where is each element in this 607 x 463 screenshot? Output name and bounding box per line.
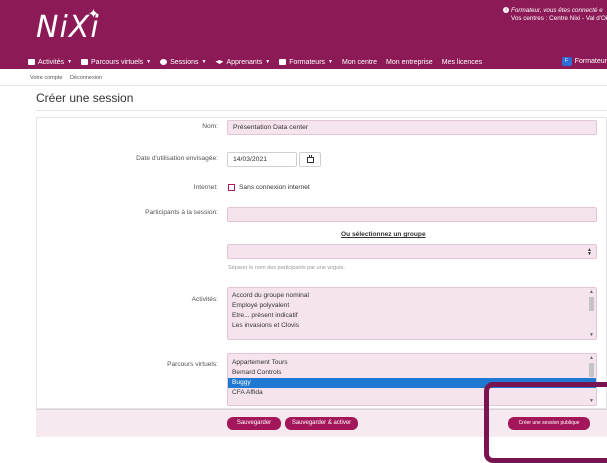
nav-label: Mon centre xyxy=(341,58,378,66)
nav-label: Activités xyxy=(38,58,65,66)
nav-label: Mes licences xyxy=(441,58,483,66)
nav-sessions[interactable]: Sessions ▼ xyxy=(160,59,206,66)
save-activate-button[interactable]: Sauvegarder & activer xyxy=(285,417,358,430)
highlight-frame xyxy=(484,382,607,463)
notice-connected-text: Formateur, vous êtes connecté e xyxy=(511,7,603,14)
main-nav: Activités ▼ Parcours virtuels ▼ Sessions ▼ … xyxy=(0,55,607,69)
list-item[interactable]: Appartement Tours xyxy=(228,358,596,368)
sans-connexion-label: Sans connexion internet xyxy=(239,184,310,191)
user-role-label: Formateur xyxy=(574,58,607,65)
calendar-icon xyxy=(307,155,314,163)
info-icon: i xyxy=(503,7,509,14)
caret-down-icon: ▼ xyxy=(265,59,271,65)
activites-listbox[interactable]: Accord du groupe nominal Employé polyval… xyxy=(227,287,597,340)
list-item[interactable]: Accord du groupe nominal xyxy=(228,291,596,301)
logo-spark-icon: ✦ xyxy=(88,6,99,21)
internet-label: Internet: xyxy=(193,184,218,191)
activites-label: Activités: xyxy=(191,296,218,303)
notice-centres-text: Vos centres : Centre Nixi - Val d'Ois xyxy=(511,15,607,22)
participants-help: Séparer le nom des participants par une … xyxy=(228,265,346,271)
participants-label: Participants à la session: xyxy=(145,209,218,216)
nav-label: Apprenants xyxy=(226,58,263,66)
nav-activites[interactable]: Activités ▼ xyxy=(28,59,72,66)
select-arrows-icon: ▲ ▼ xyxy=(587,247,592,257)
page-title: Créer une session xyxy=(36,91,134,105)
nav-label: Mon entreprise xyxy=(386,58,433,66)
save-button[interactable]: Sauvegarder xyxy=(227,417,281,430)
scroll-thumb[interactable] xyxy=(589,363,594,377)
nav-mon-entreprise[interactable]: Mon entreprise xyxy=(386,59,433,66)
select-group-link[interactable]: Ou sélectionnez un groupe xyxy=(341,231,426,238)
list-item[interactable]: Etre... présent indicatif xyxy=(228,311,596,321)
list-item[interactable]: Bemard Controls xyxy=(228,368,596,378)
activity-icon xyxy=(28,59,35,65)
list-item[interactable]: Les invasions et Clovis xyxy=(228,321,596,331)
user-notice: i Formateur, vous êtes connecté e Vos cen… xyxy=(503,7,607,23)
caret-down-icon: ▼ xyxy=(146,59,152,65)
nav-label: Formateurs xyxy=(289,58,326,66)
participants-input[interactable] xyxy=(227,207,597,222)
nav-label: Parcours virtuels xyxy=(91,58,144,66)
nav-mes-licences[interactable]: Mes licences xyxy=(442,59,482,66)
account-bar: Votre compte Déconnexion xyxy=(0,75,607,86)
presentation-icon xyxy=(279,59,287,65)
parcours-label: Parcours virtuels: xyxy=(167,361,218,368)
nav-parcours-virtuels[interactable]: Parcours virtuels ▼ xyxy=(81,59,151,66)
scroll-up-icon[interactable]: ▲ xyxy=(589,289,594,295)
votre-compte-link[interactable]: Votre compte xyxy=(30,75,62,81)
nav-label: Sessions xyxy=(170,58,199,66)
nom-input[interactable]: Présentation Data center xyxy=(227,120,597,135)
nav-apprenants[interactable]: Apprenants ▼ xyxy=(215,59,270,66)
user-badge: F xyxy=(561,57,572,66)
caret-down-icon: ▼ xyxy=(67,59,73,65)
scroll-thumb[interactable] xyxy=(589,297,594,311)
caret-down-icon: ▼ xyxy=(328,59,333,65)
date-input[interactable]: 14/03/2021 xyxy=(227,152,297,167)
caret-down-icon: ▼ xyxy=(201,59,207,65)
date-label: Date d'utilisation envisagée: xyxy=(136,155,218,162)
calendar-button[interactable] xyxy=(299,152,321,167)
graduation-cap-icon xyxy=(215,60,224,64)
deconnexion-link[interactable]: Déconnexion xyxy=(70,75,102,81)
title-divider xyxy=(36,110,607,111)
image-icon xyxy=(81,59,89,65)
nav-formateurs[interactable]: Formateurs ▼ xyxy=(279,59,333,66)
user-menu[interactable]: F Formateur xyxy=(561,57,607,66)
sans-connexion-checkbox[interactable] xyxy=(228,184,235,191)
group-select[interactable]: ▲ ▼ xyxy=(227,244,597,259)
nav-mon-centre[interactable]: Mon centre xyxy=(342,59,377,66)
scroll-down-icon[interactable]: ▼ xyxy=(589,332,594,338)
sessions-icon xyxy=(160,59,168,65)
scrollbar[interactable]: ▲ ▼ xyxy=(587,288,596,339)
list-item[interactable]: Employé polyvalent xyxy=(228,301,596,311)
nom-label: Nom: xyxy=(202,123,218,130)
scroll-up-icon[interactable]: ▲ xyxy=(589,355,594,361)
